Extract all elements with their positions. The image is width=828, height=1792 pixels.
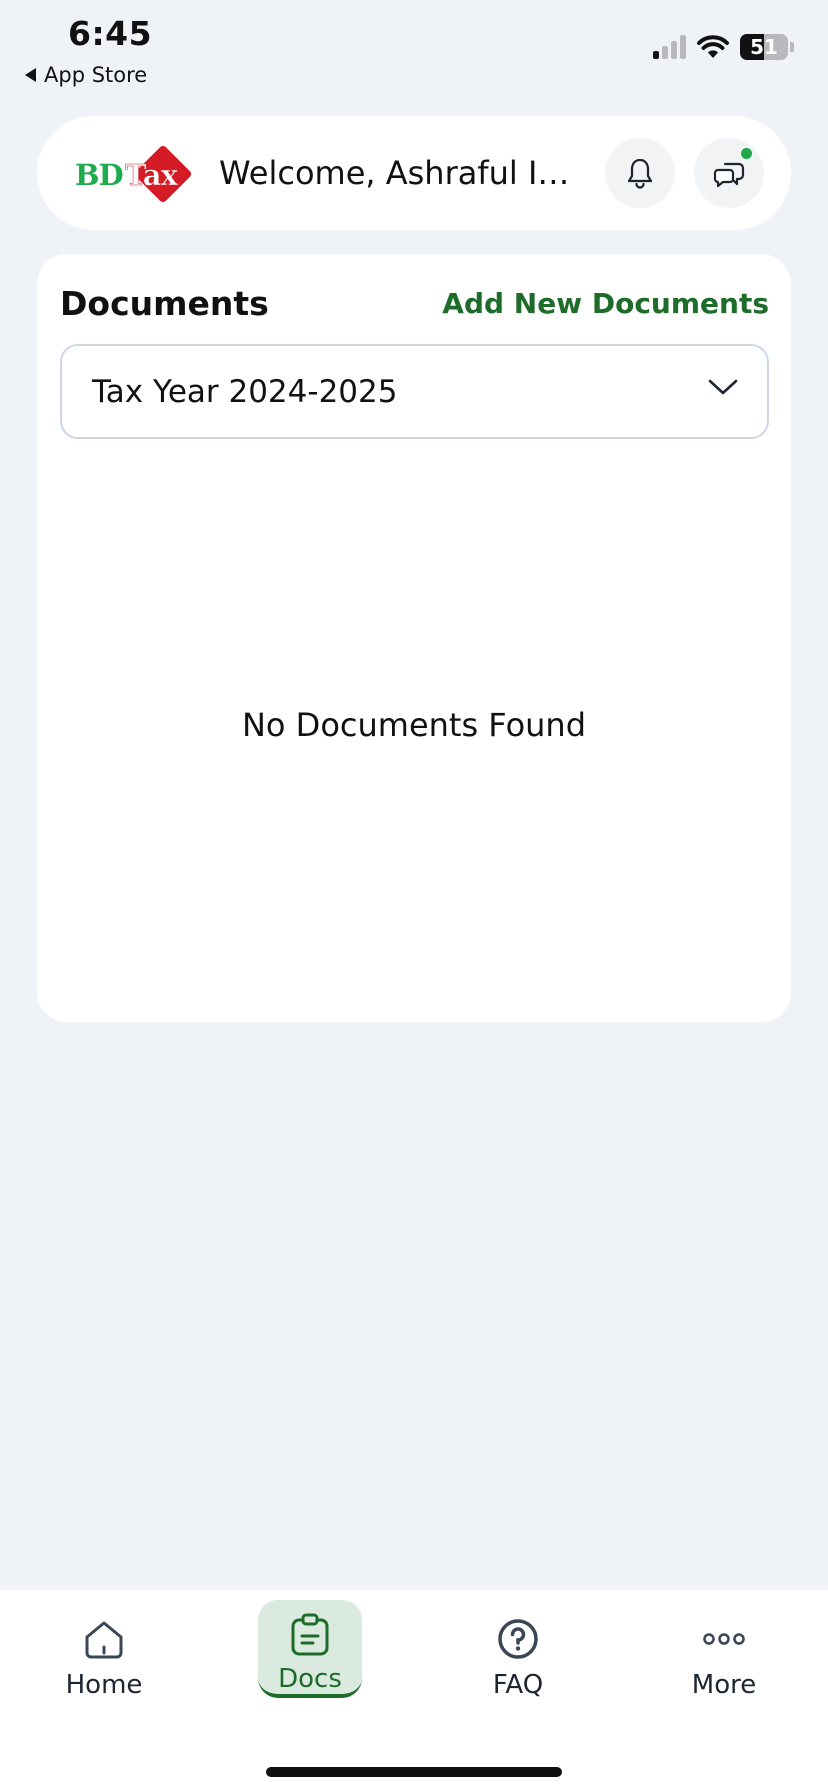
more-dots-icon bbox=[703, 1633, 745, 1645]
back-label: App Store bbox=[44, 63, 148, 87]
nav-label-more: More bbox=[691, 1670, 757, 1700]
battery-tip bbox=[790, 42, 794, 52]
tax-year-value: Tax Year 2024-2025 bbox=[92, 373, 398, 410]
documents-card: Documents Add New Documents Tax Year 202… bbox=[37, 254, 791, 1022]
wifi-icon bbox=[697, 35, 729, 58]
battery-percent: 51 bbox=[750, 35, 778, 59]
back-arrow-icon bbox=[25, 68, 36, 82]
status-time: 6:45 bbox=[68, 14, 153, 53]
logo-tax-text: Tax bbox=[125, 158, 178, 193]
chat-unread-badge bbox=[741, 148, 752, 159]
add-new-documents-link[interactable]: Add New Documents bbox=[442, 287, 769, 320]
nav-item-docs[interactable]: Docs bbox=[258, 1600, 362, 1698]
screen: 6:45 App Store 51 BD Tax Welcome, Ashraf… bbox=[0, 0, 828, 1792]
clipboard-icon bbox=[291, 1613, 329, 1656]
chat-icon bbox=[713, 162, 745, 188]
nav-item-home[interactable]: Home bbox=[52, 1602, 156, 1700]
logo-bd-text: BD bbox=[75, 158, 124, 192]
home-indicator[interactable] bbox=[266, 1767, 562, 1777]
chat-button[interactable] bbox=[694, 138, 764, 208]
nav-label-home: Home bbox=[65, 1670, 143, 1700]
notifications-button[interactable] bbox=[605, 138, 675, 208]
nav-item-more[interactable]: More bbox=[672, 1602, 776, 1700]
nav-item-faq[interactable]: FAQ bbox=[466, 1602, 570, 1700]
status-indicators: 51 bbox=[653, 34, 794, 60]
nav-label-faq: FAQ bbox=[492, 1670, 544, 1700]
question-icon bbox=[498, 1619, 538, 1659]
bottom-navigation: Home Docs FAQ More bbox=[0, 1590, 828, 1792]
cellular-signal-icon bbox=[653, 35, 686, 59]
back-to-app-store[interactable]: App Store bbox=[25, 63, 147, 87]
documents-title: Documents bbox=[60, 284, 269, 323]
chevron-down-icon bbox=[708, 379, 738, 395]
bdtax-logo[interactable]: BD Tax bbox=[75, 144, 193, 204]
home-icon bbox=[85, 1621, 123, 1659]
welcome-text: Welcome, Ashraful Isl... bbox=[219, 154, 584, 192]
nav-label-docs: Docs bbox=[278, 1664, 342, 1694]
no-documents-message: No Documents Found bbox=[241, 706, 587, 744]
battery-icon: 51 bbox=[740, 34, 788, 60]
header-card: BD Tax Welcome, Ashraful Isl... bbox=[37, 116, 791, 230]
tax-year-select[interactable]: Tax Year 2024-2025 bbox=[60, 344, 769, 439]
bell-icon bbox=[627, 158, 653, 189]
